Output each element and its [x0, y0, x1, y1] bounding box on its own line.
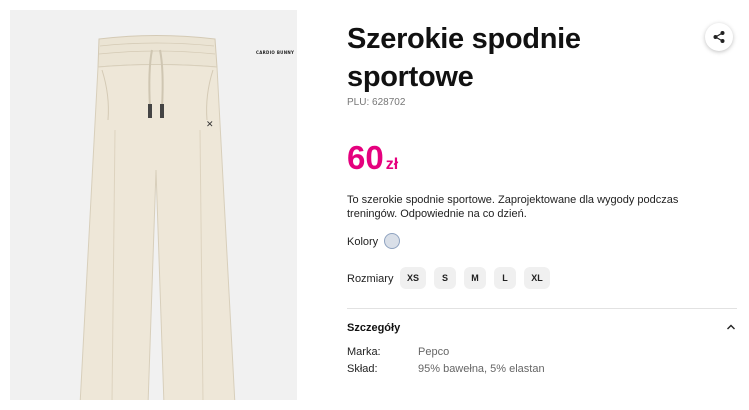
product-description: To szerokie spodnie sportowe. Zaprojekto… — [347, 194, 679, 220]
detail-value-brand: Pepco — [418, 346, 450, 358]
price-amount: 60 — [347, 139, 384, 176]
detail-label-brand: Marka: — [347, 346, 381, 358]
size-option-l[interactable]: L — [494, 267, 516, 289]
product-title: Szerokie spodnie sportowe — [347, 23, 581, 93]
svg-text:✕: ✕ — [206, 120, 214, 130]
sizes-label: Rozmiary — [347, 273, 394, 285]
product-plu: PLU: 628702 — [347, 97, 406, 108]
product-image-gallery[interactable]: ✕ CARDIO BUNNY — [10, 10, 297, 400]
product-image: ✕ — [79, 35, 236, 400]
brand-logo: CARDIO BUNNY — [256, 50, 295, 55]
colors-label: Kolory — [347, 236, 379, 248]
chevron-up-icon[interactable] — [726, 322, 736, 332]
detail-value-composition: 95% bawełna, 5% elastan — [418, 363, 545, 375]
size-option-s[interactable]: S — [434, 267, 456, 289]
size-options: XS S M L XL — [400, 267, 550, 289]
section-divider — [347, 308, 737, 309]
size-option-xl[interactable]: XL — [524, 267, 550, 289]
price-currency: zł — [385, 156, 399, 173]
details-section-title[interactable]: Szczegóły — [347, 322, 400, 334]
size-option-m[interactable]: M — [464, 267, 486, 289]
share-button[interactable] — [705, 23, 733, 51]
product-price: 60 zł — [347, 139, 398, 177]
color-swatch[interactable] — [384, 233, 400, 249]
share-icon — [713, 31, 725, 43]
size-option-xs[interactable]: XS — [400, 267, 426, 289]
detail-label-composition: Skład: — [347, 363, 378, 375]
